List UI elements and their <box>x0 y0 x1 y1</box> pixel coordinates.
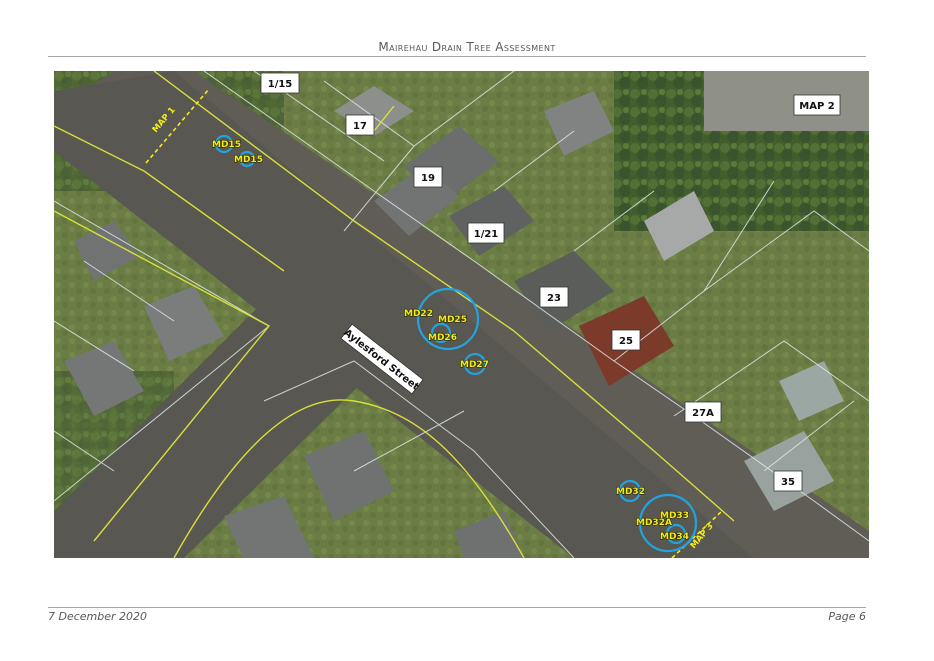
tree-label-md27: MD27 <box>460 360 489 370</box>
tree-label-md15-a: MD15 <box>212 140 241 150</box>
tree-label-md25: MD25 <box>438 315 467 325</box>
tree-label-md34: MD34 <box>660 532 689 542</box>
map-2-label: MAP 2 <box>799 101 835 112</box>
lot-label-23: 23 <box>539 286 569 308</box>
footer-page-number: Page 6 <box>828 610 866 623</box>
svg-text:1/15: 1/15 <box>268 79 293 90</box>
header-divider <box>48 56 866 57</box>
tree-label-md15-b: MD15 <box>234 155 263 165</box>
tree-label-md26: MD26 <box>428 333 457 343</box>
svg-text:25: 25 <box>619 336 633 347</box>
svg-text:19: 19 <box>421 173 435 184</box>
svg-text:35: 35 <box>781 477 795 488</box>
svg-text:17: 17 <box>353 121 367 132</box>
page-header-title: Mairehau Drain Tree Assessment <box>378 40 556 54</box>
footer-divider <box>48 607 866 608</box>
aerial-map: MAP 1 MAP 3 MAP 2 1/15 17 19 1/21 23 25 … <box>54 71 869 558</box>
parking-lot <box>704 71 869 131</box>
footer-date: 7 December 2020 <box>48 610 148 623</box>
lot-label-25: 25 <box>611 329 641 351</box>
svg-text:23: 23 <box>547 293 561 304</box>
svg-text:1/21: 1/21 <box>474 229 499 240</box>
lot-label-27a: 27A <box>684 401 722 423</box>
tree-label-md32: MD32 <box>616 487 645 497</box>
lot-label-19: 19 <box>413 166 443 188</box>
lot-label-1-15: 1/15 <box>260 72 300 94</box>
lot-label-17: 17 <box>345 114 375 136</box>
tree-label-md32a: MD32A <box>636 518 672 528</box>
lot-label-35: 35 <box>773 470 803 492</box>
map-canvas: MAP 1 MAP 3 MAP 2 1/15 17 19 1/21 23 25 … <box>54 71 869 558</box>
map-2-box: MAP 2 <box>793 94 841 116</box>
tree-label-md22: MD22 <box>404 309 433 319</box>
svg-text:27A: 27A <box>692 408 714 419</box>
lot-label-1-21: 1/21 <box>467 222 505 244</box>
